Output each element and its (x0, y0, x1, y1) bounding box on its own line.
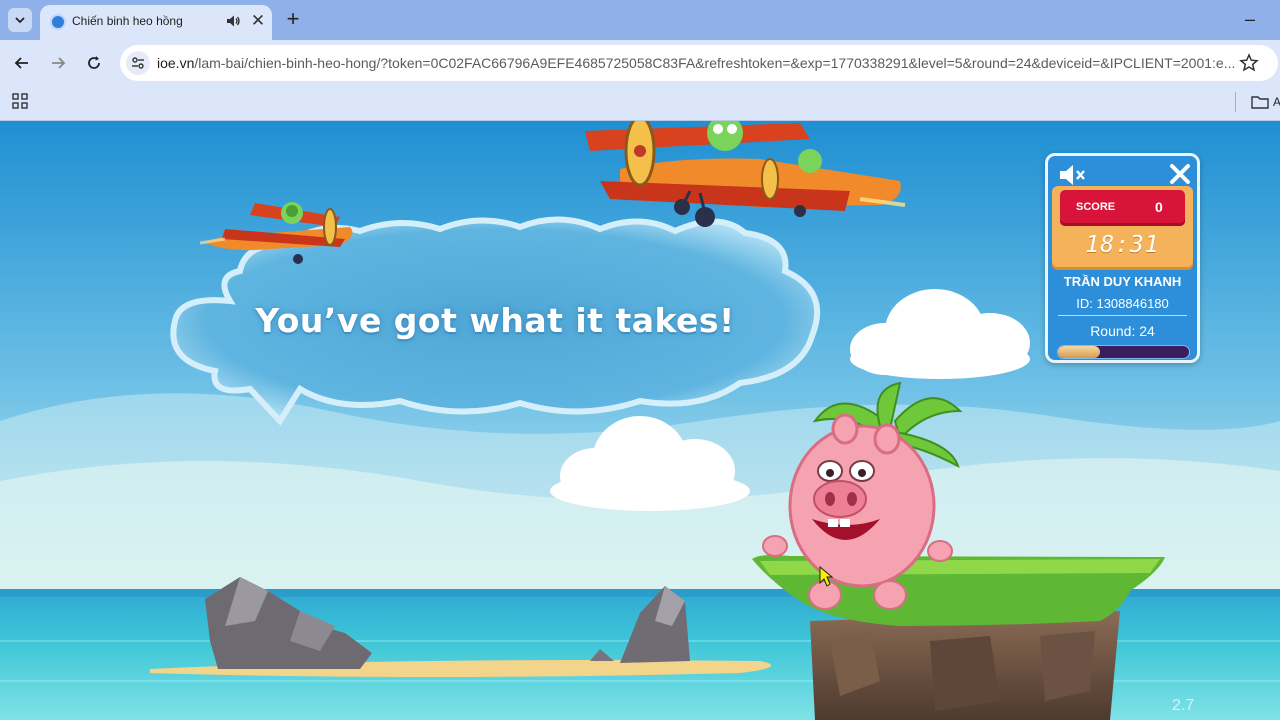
close-icon[interactable] (1166, 160, 1194, 188)
game-version: 2.7 (1172, 697, 1195, 714)
site-info-button[interactable] (126, 51, 150, 75)
player-id: ID: 1308846180 (1076, 296, 1169, 311)
reload-icon (88, 56, 100, 69)
browser-toolbar: ioe.vn/lam-bai/chien-binh-heo-hong/?toke… (0, 40, 1280, 86)
tab-title: Chiến binh heo hồng (72, 14, 183, 28)
tab-close-icon[interactable]: ✕ (248, 11, 268, 31)
tune-icon (132, 57, 144, 69)
round-progress-bar (1057, 345, 1190, 359)
url-path: /lam-bai/chien-binh-heo-hong/?token=0C02… (194, 55, 1235, 71)
island (752, 555, 1165, 720)
hud-panel: SCORE 0 18:31 TRẦN DUY KHANH ID: 1308846… (1045, 153, 1200, 363)
arrow-left-icon (14, 57, 28, 69)
score-label: SCORE (1076, 201, 1116, 213)
folder-icon[interactable] (1250, 92, 1270, 112)
site-favicon-icon (50, 14, 66, 30)
bookmarks-divider (1235, 92, 1236, 112)
bookmarks-bar: A (0, 86, 1280, 121)
apps-grid-icon[interactable] (12, 93, 28, 109)
address-bar[interactable]: ioe.vn/lam-bai/chien-binh-heo-hong/?toke… (120, 45, 1278, 81)
bookmark-star-icon[interactable] (1238, 52, 1260, 74)
url-text[interactable]: ioe.vn/lam-bai/chien-binh-heo-hong/?toke… (157, 55, 1235, 71)
new-tab-button[interactable]: + (282, 7, 304, 31)
window-minimize-button[interactable]: – (1240, 9, 1260, 29)
active-tab[interactable]: Chiến binh heo hồng ✕ (40, 5, 272, 40)
bookmark-folder-label[interactable]: A (1273, 95, 1280, 109)
url-host: ioe.vn (157, 55, 195, 71)
back-button[interactable] (10, 51, 34, 75)
countdown-timer: 18:31 (1085, 232, 1160, 258)
score-bar: SCORE 0 (1060, 190, 1185, 226)
game-canvas[interactable]: You’ve got what it takes! 2.7 SCORE 0 18… (0, 121, 1280, 720)
round-progress-fill (1058, 346, 1100, 358)
score-board: SCORE 0 18:31 (1052, 186, 1193, 270)
arrow-right-icon (52, 57, 66, 69)
reload-button[interactable] (82, 51, 106, 75)
tab-search-button[interactable] (8, 8, 32, 32)
player-name: TRẦN DUY KHANH (1063, 274, 1182, 289)
chevron-down-icon (15, 17, 25, 24)
encouragement-message: You’ve got what it takes! (255, 301, 735, 340)
forward-button[interactable] (46, 51, 70, 75)
score-value: 0 (1155, 199, 1163, 215)
tab-strip: Chiến binh heo hồng ✕ + – (0, 0, 1280, 40)
hud-divider (1058, 315, 1187, 316)
round-indicator: Round: 24 (1090, 323, 1155, 339)
speaker-icon[interactable] (224, 12, 242, 30)
